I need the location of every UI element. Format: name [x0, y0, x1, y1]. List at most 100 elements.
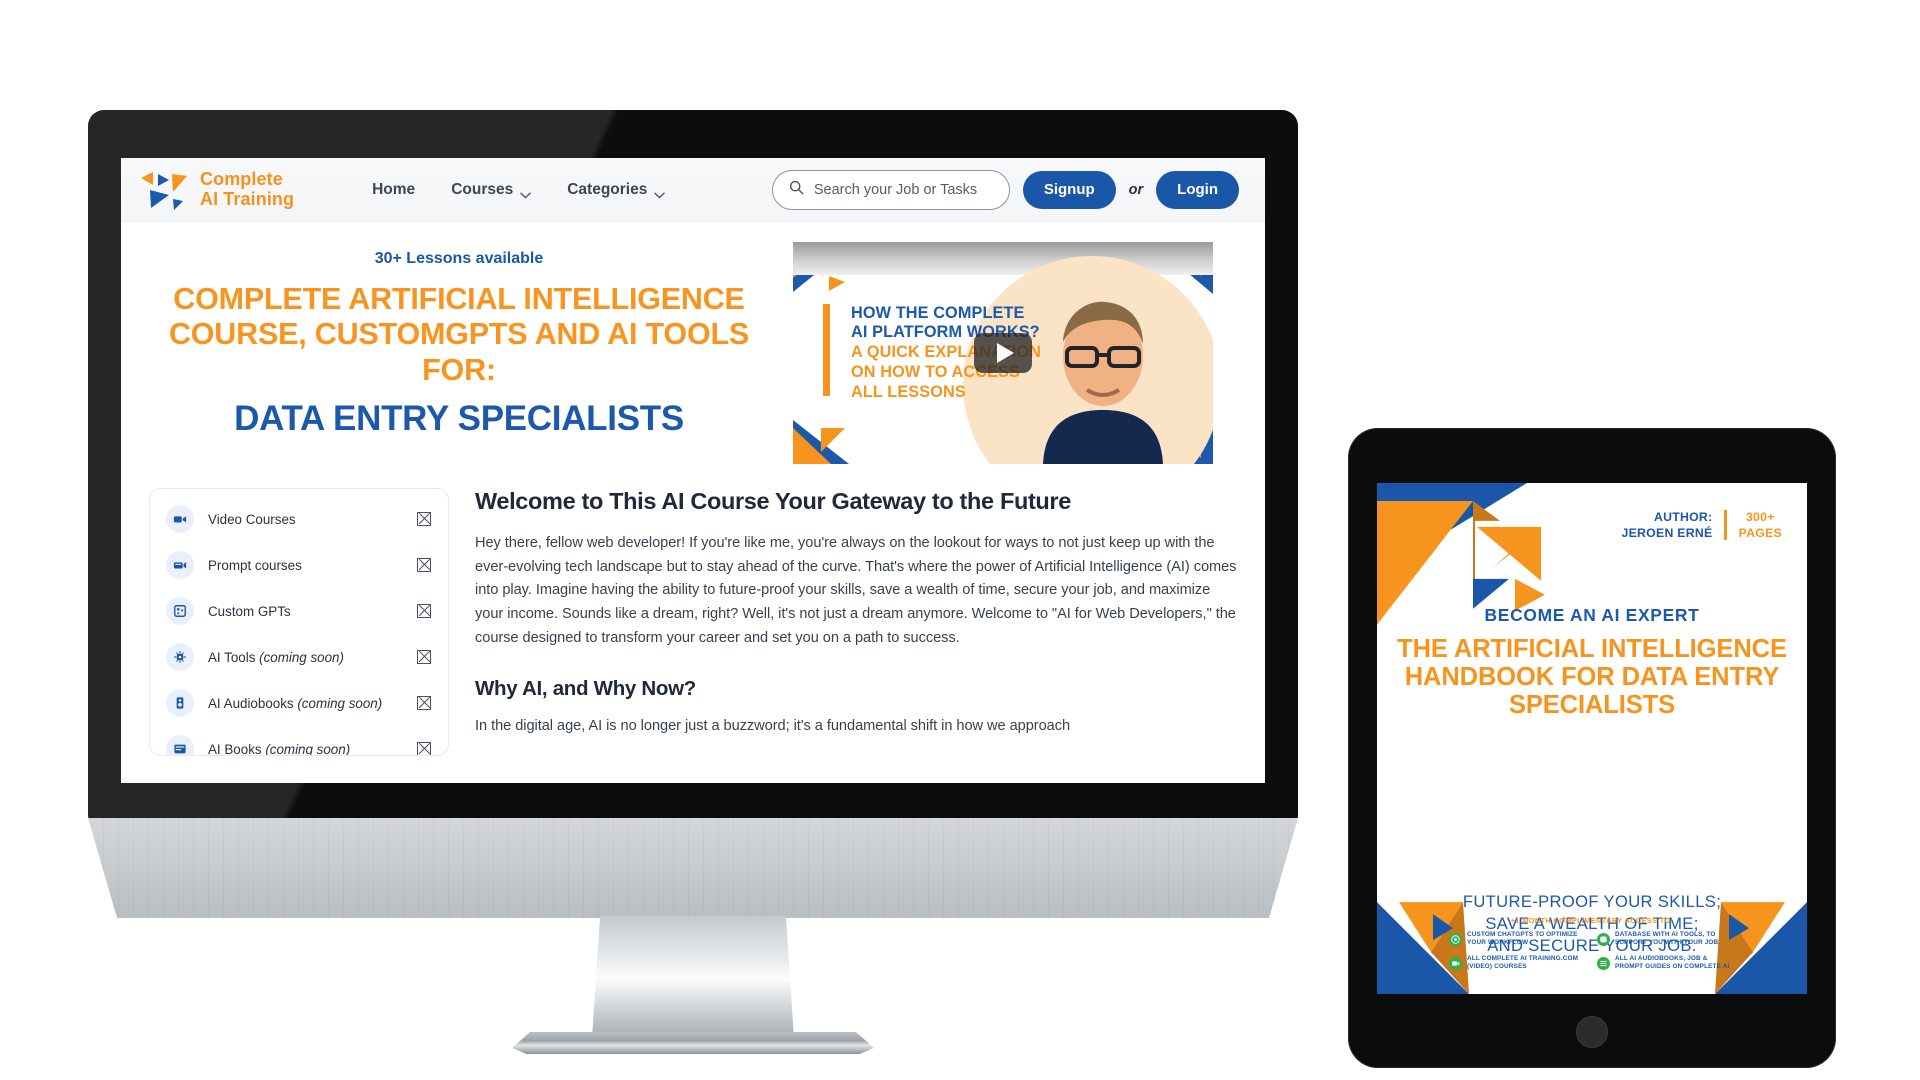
- tablet-mockup: AUTHOR: JEROEN ERNÉ 300+ PAGES BECOME AN…: [1348, 428, 1836, 1068]
- close-icon[interactable]: [417, 512, 431, 526]
- monitor-chin: [88, 818, 1298, 918]
- hero-text-block: 30+ Lessons available COMPLETE ARTIFICIA…: [149, 242, 769, 464]
- main-navigation: Home Courses Categories: [372, 180, 666, 199]
- course-types-list: Video Courses Prompt courses Custom GPTs…: [149, 488, 449, 756]
- video-camera-icon: [166, 505, 194, 533]
- list-item-label: Video Courses: [208, 511, 296, 527]
- cpu-chip-icon: [166, 643, 194, 671]
- article-heading-1: Welcome to This AI Course Your Gateway t…: [475, 488, 1071, 514]
- cover-author-text: AUTHOR: JEROEN ERNÉ: [1622, 509, 1713, 541]
- hero-headline-orange-1: COMPLETE ARTIFICIAL INTELLIGENCE: [173, 282, 745, 316]
- cover-kicker: BECOME AN AI EXPERT: [1484, 605, 1700, 625]
- article-paragraph-2: In the digital age, AI is no longer just…: [475, 718, 1071, 735]
- hero-headline-orange-2: COURSE, CUSTOMGPTS AND AI TOOLS FOR:: [168, 317, 750, 387]
- article-content: Welcome to This AI Course Your Gateway t…: [475, 488, 1237, 783]
- search-placeholder: Search your Job or Tasks: [813, 181, 978, 198]
- list-item[interactable]: AI Tools (coming soon): [150, 634, 448, 680]
- list-item[interactable]: AI Audiobooks (coming soon): [150, 680, 448, 726]
- play-triangle: [996, 343, 1014, 363]
- list-item[interactable]: Video Courses: [150, 496, 448, 542]
- play-button-icon[interactable]: [974, 333, 1032, 373]
- bonus-item: DATABASE WITH AI TOOLS, TO SUPPORT YOU W…: [1597, 931, 1735, 948]
- author-label: AUTHOR:: [1653, 510, 1713, 524]
- audiobook-speaker-icon: [166, 689, 194, 717]
- cover-divider: [1724, 510, 1727, 541]
- tablet-screen: AUTHOR: JEROEN ERNÉ 300+ PAGES BECOME AN…: [1377, 483, 1807, 994]
- or-separator: or: [1128, 181, 1144, 198]
- pages-label: PAGES: [1738, 526, 1782, 541]
- content-area: Video Courses Prompt courses Custom GPTs…: [121, 472, 1265, 783]
- cover-title-block: BECOME AN AI EXPERT THE ARTIFICIAL INTEL…: [1377, 605, 1807, 719]
- bonus-item-text: DATABASE WITH AI TOOLS, TO SUPPORT YOU W…: [1615, 930, 1721, 947]
- video-badge-icon: [1449, 956, 1462, 970]
- search-input[interactable]: Search your Job or Tasks: [771, 169, 1010, 210]
- bonus-item: ALL COMPLETE AI TRAINING.COM (VIDEO) COU…: [1449, 955, 1587, 972]
- header-actions: Search your Job or Tasks Signup or Login: [771, 169, 1239, 210]
- cover-pages-badge: 300+ PAGES: [1739, 509, 1782, 541]
- article-heading-2: Why AI, and Why Now?: [475, 677, 697, 701]
- monitor-stand-neck: [592, 916, 794, 1038]
- close-icon[interactable]: [417, 696, 431, 710]
- cover-author-block: AUTHOR: JEROEN ERNÉ 300+ PAGES: [1622, 509, 1782, 541]
- nav-item-home[interactable]: Home: [372, 181, 415, 199]
- cover-bonus-block: +1 MONTH COMPLIMENTARY ACCESS TO: CUSTOM…: [1377, 916, 1807, 972]
- bonus-item: ALL AI AUDIOBOOKS, JOB & PROMPT GUIDES O…: [1597, 955, 1735, 972]
- list-item-label: AI Audiobooks (coming soon): [208, 695, 383, 711]
- chatgpt-badge-icon: [1449, 932, 1462, 946]
- screenshot-stage: Complete AI Training Home Courses Catego…: [0, 0, 1920, 1080]
- tagline-line-1: FUTURE-PROOF YOUR SKILLS;: [1462, 892, 1722, 911]
- list-item[interactable]: Custom GPTs: [150, 588, 448, 634]
- prompt-terminal-icon: [166, 551, 194, 579]
- monitor-screen: Complete AI Training Home Courses Catego…: [121, 158, 1265, 783]
- close-icon[interactable]: [417, 558, 431, 572]
- list-item-label: Custom GPTs: [208, 603, 291, 619]
- bonus-item-text: CUSTOM CHATGPTS TO OPTIMIZE YOUR WORKFLO…: [1467, 930, 1578, 947]
- site-header: Complete AI Training Home Courses Catego…: [121, 158, 1265, 222]
- list-item[interactable]: AI Books (coming soon): [150, 726, 448, 756]
- bonus-items-grid: CUSTOM CHATGPTS TO OPTIMIZE YOUR WORKFLO…: [1377, 931, 1807, 972]
- cover-title: THE ARTIFICIAL INTELLIGENCE HANDBOOK FOR…: [1397, 635, 1787, 720]
- audiobook-badge-icon: [1597, 956, 1610, 970]
- video-title-line-1: HOW THE COMPLETE: [851, 304, 1025, 322]
- page-title: DATA ENTRY SPECIALISTS: [234, 399, 684, 439]
- nav-label: Categories: [567, 180, 648, 198]
- hero-section: 30+ Lessons available COMPLETE ARTIFICIA…: [121, 222, 1265, 472]
- book-cover: AUTHOR: JEROEN ERNÉ 300+ PAGES BECOME AN…: [1377, 483, 1807, 994]
- bonus-item-text: ALL AI AUDIOBOOKS, JOB & PROMPT GUIDES O…: [1615, 954, 1730, 971]
- nav-item-categories[interactable]: Categories: [567, 180, 666, 199]
- list-item-label: AI Books (coming soon): [208, 741, 351, 756]
- brand-name: Complete AI Training: [200, 169, 295, 209]
- signup-button[interactable]: Signup: [1022, 170, 1116, 209]
- hero-video-thumbnail[interactable]: HOW THE COMPLETE AI PLATFORM WORKS? A QU…: [793, 242, 1213, 464]
- close-icon[interactable]: [417, 742, 431, 755]
- close-icon[interactable]: [417, 650, 431, 664]
- grid-dots-icon: [166, 597, 194, 625]
- video-accent-bar: [823, 304, 830, 396]
- list-item[interactable]: Prompt courses: [150, 542, 448, 588]
- lessons-badge: 30+ Lessons available: [374, 250, 544, 267]
- website-viewport: Complete AI Training Home Courses Catego…: [121, 158, 1265, 783]
- presenter-photo: [1043, 301, 1163, 464]
- login-button[interactable]: Login: [1156, 170, 1239, 209]
- bonus-item: CUSTOM CHATGPTS TO OPTIMIZE YOUR WORKFLO…: [1449, 931, 1587, 948]
- bonus-item-text: ALL COMPLETE AI TRAINING.COM (VIDEO) COU…: [1467, 954, 1579, 971]
- video-title-line-5: ALL LESSONS: [851, 382, 966, 401]
- tablet-home-button[interactable]: [1576, 1016, 1608, 1048]
- desktop-monitor-mockup: Complete AI Training Home Courses Catego…: [88, 110, 1298, 820]
- database-badge-icon: [1597, 932, 1610, 946]
- nav-item-courses[interactable]: Courses: [451, 181, 531, 199]
- nav-label: Home: [372, 180, 416, 198]
- bonus-heading: +1 MONTH COMPLIMENTARY ACCESS TO:: [1510, 915, 1674, 925]
- book-icon: [166, 735, 194, 755]
- pages-count: 300+: [1745, 510, 1775, 524]
- chevron-down-icon: [520, 186, 531, 199]
- nav-label: Courses: [451, 180, 514, 198]
- brand-logo[interactable]: Complete AI Training: [139, 168, 294, 212]
- close-icon[interactable]: [417, 604, 431, 618]
- chevron-down-icon: [654, 186, 666, 199]
- author-name: JEROEN ERNÉ: [1621, 526, 1713, 541]
- search-icon: [789, 180, 804, 200]
- list-item-label: AI Tools (coming soon): [208, 649, 344, 665]
- list-item-label: Prompt courses: [208, 557, 302, 573]
- triangles-logo-icon: [139, 168, 189, 212]
